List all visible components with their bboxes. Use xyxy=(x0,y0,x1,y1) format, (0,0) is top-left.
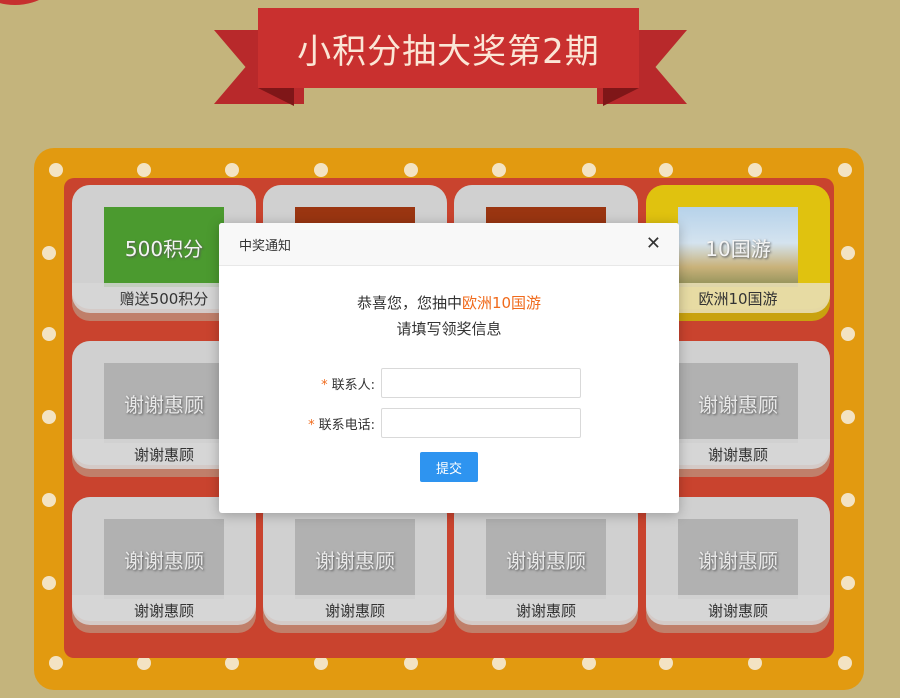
submit-wrap: 提交 xyxy=(219,452,679,482)
board-dot xyxy=(748,656,762,670)
prize-image: 10国游 xyxy=(678,207,798,287)
prize-image: 谢谢惠顾 xyxy=(678,363,798,443)
prize-label: 谢谢惠顾 xyxy=(454,595,638,625)
board-dot xyxy=(225,656,239,670)
board-dot xyxy=(314,656,328,670)
board-dot xyxy=(841,246,855,260)
board-dot xyxy=(659,656,673,670)
close-icon[interactable]: ✕ xyxy=(646,235,661,253)
board-dot xyxy=(841,410,855,424)
congrats-prefix: 恭喜您，您抽中 xyxy=(356,294,462,312)
prize-label: 谢谢惠顾 xyxy=(646,595,830,625)
prize-cell: 谢谢惠顾 谢谢惠顾 xyxy=(72,497,256,633)
congrats-message: 恭喜您，您抽中欧洲10国游 请填写领奖信息 xyxy=(219,290,679,342)
dialog-title: 中奖通知 xyxy=(239,238,292,254)
board-dot xyxy=(492,163,506,177)
board-dot xyxy=(137,163,151,177)
prize-image: 500积分 xyxy=(104,207,224,287)
submit-button[interactable]: 提交 xyxy=(420,452,478,482)
board-dot xyxy=(838,163,852,177)
board-dot xyxy=(838,656,852,670)
phone-label: * 联系电话: xyxy=(219,414,381,433)
board-dot xyxy=(42,493,56,507)
board-dot xyxy=(314,163,328,177)
banner-title: 小积分抽大奖第2期 xyxy=(258,8,639,88)
prize-cell: 谢谢惠顾 谢谢惠顾 xyxy=(454,497,638,633)
board-dot xyxy=(225,163,239,177)
phone-input[interactable] xyxy=(381,408,581,438)
board-dot xyxy=(42,246,56,260)
form-row-phone: * 联系电话: xyxy=(219,408,679,438)
board-dot xyxy=(841,493,855,507)
board-dot xyxy=(841,576,855,590)
dialog-header: 中奖通知 ✕ xyxy=(219,223,679,266)
board-dot xyxy=(748,163,762,177)
required-mark: * xyxy=(308,417,315,433)
board-dot xyxy=(42,576,56,590)
prize-label: 谢谢惠顾 xyxy=(263,595,447,625)
congrats-line: 恭喜您，您抽中欧洲10国游 xyxy=(219,290,679,316)
instruction-text: 请填写领奖信息 xyxy=(396,320,502,338)
form-row-contact: * 联系人: xyxy=(219,368,679,398)
phone-label-text: 联系电话: xyxy=(318,417,375,433)
required-mark: * xyxy=(321,377,328,393)
contact-label-text: 联系人: xyxy=(331,377,375,393)
board-dot xyxy=(582,656,596,670)
prize-notice-dialog: 中奖通知 ✕ 恭喜您，您抽中欧洲10国游 请填写领奖信息 * 联系人: * 联系电话… xyxy=(219,223,679,513)
board-dot xyxy=(659,163,673,177)
prize-cell: 谢谢惠顾 谢谢惠顾 xyxy=(646,497,830,633)
board-dot xyxy=(492,656,506,670)
prize-image: 谢谢惠顾 xyxy=(486,519,606,599)
board-dot xyxy=(404,163,418,177)
prize-image: 谢谢惠顾 xyxy=(104,363,224,443)
board-dot xyxy=(42,410,56,424)
board-dot xyxy=(42,327,56,341)
board-dot xyxy=(582,163,596,177)
board-dot xyxy=(49,163,63,177)
board-dot xyxy=(404,656,418,670)
prize-image: 谢谢惠顾 xyxy=(295,519,415,599)
contact-name-input[interactable] xyxy=(381,368,581,398)
claim-form: * 联系人: * 联系电话: xyxy=(219,368,679,438)
prize-image: 谢谢惠顾 xyxy=(104,519,224,599)
prize-label: 谢谢惠顾 xyxy=(72,595,256,625)
won-prize-name: 欧洲10国游 xyxy=(461,294,542,312)
board-dot xyxy=(841,327,855,341)
board-dot xyxy=(49,656,63,670)
contact-label: * 联系人: xyxy=(219,374,381,393)
prize-image: 谢谢惠顾 xyxy=(678,519,798,599)
corner-decoration xyxy=(0,0,60,5)
prize-cell: 谢谢惠顾 谢谢惠顾 xyxy=(263,497,447,633)
board-dot xyxy=(137,656,151,670)
